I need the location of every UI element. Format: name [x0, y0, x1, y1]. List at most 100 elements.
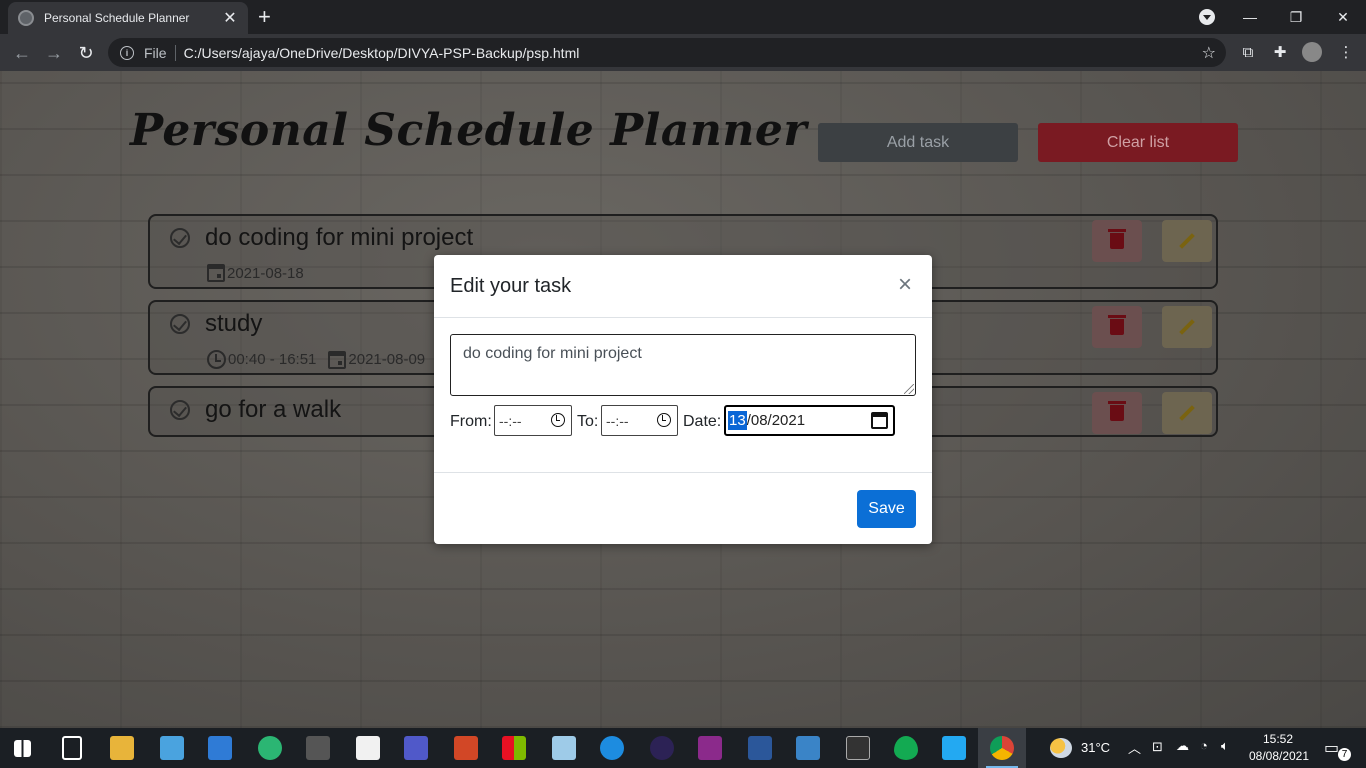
task-meta: 2021-08-18 — [207, 264, 304, 282]
to-time-value: --:-- — [606, 412, 629, 429]
weather-temperature[interactable]: 31°C — [1081, 740, 1110, 755]
terminal-window-icon[interactable] — [306, 736, 330, 760]
modal-header: Edit your task × — [434, 255, 932, 318]
task-date-text: 2021-08-09 — [348, 351, 426, 368]
calendar-icon[interactable] — [871, 412, 888, 429]
delete-task-button[interactable] — [1092, 220, 1142, 262]
photos-icon[interactable] — [552, 736, 576, 760]
clock-icon[interactable] — [657, 413, 671, 427]
edit-task-modal: Edit your task × do coding for mini proj… — [434, 255, 932, 544]
calendar-icon — [207, 264, 225, 282]
back-arrow-icon[interactable]: ← — [9, 40, 35, 66]
from-time-value: --:-- — [499, 412, 522, 429]
check-circle-icon[interactable] — [170, 228, 190, 248]
save-button[interactable]: Save — [857, 490, 916, 528]
edge-icon[interactable] — [600, 736, 624, 760]
minimize-button[interactable]: — — [1227, 0, 1273, 34]
date-label: Date: — [683, 413, 722, 430]
word-icon[interactable] — [748, 736, 772, 760]
page-title: Personal Schedule Planner — [130, 105, 808, 156]
extensions-puzzle-icon[interactable]: ✚ — [1270, 42, 1290, 62]
edit-task-button[interactable] — [1162, 220, 1212, 262]
check-circle-icon[interactable] — [170, 314, 190, 334]
taskbar-time[interactable]: 15:52 — [1256, 732, 1300, 746]
taskbar-date[interactable]: 08/08/2021 — [1246, 749, 1312, 763]
date-day-segment[interactable]: 13 — [728, 411, 747, 430]
clock-icon — [207, 350, 226, 369]
meet-now-icon[interactable]: ⊡ — [1152, 739, 1163, 755]
tab-close-icon[interactable]: ✕ — [222, 8, 238, 28]
edit-task-button[interactable] — [1162, 392, 1212, 434]
modal-close-icon[interactable]: × — [898, 273, 912, 297]
to-time-input[interactable]: --:-- — [601, 405, 678, 436]
check-circle-icon[interactable] — [170, 400, 190, 420]
task-meta: 00:40 - 16:51 2021-08-09 — [207, 350, 425, 369]
chrome-icon[interactable] — [990, 736, 1014, 760]
cmd-icon[interactable] — [846, 736, 870, 760]
clear-list-button[interactable]: Clear list — [1038, 123, 1238, 162]
omnibox-divider — [174, 44, 176, 61]
textarea-resize-handle[interactable] — [904, 384, 914, 394]
to-label: To: — [577, 413, 599, 430]
reload-icon[interactable]: ↻ — [73, 40, 99, 66]
globe-icon — [18, 10, 34, 26]
delete-task-button[interactable] — [1092, 306, 1142, 348]
tab-title: Personal Schedule Planner — [44, 11, 190, 25]
tab-search-icon[interactable] — [1199, 9, 1215, 25]
app-window-icon[interactable] — [208, 736, 232, 760]
profile-avatar[interactable] — [1302, 42, 1322, 62]
address-bar[interactable]: i File C:/Users/ajaya/OneDrive/Desktop/D… — [108, 38, 1226, 67]
url-text[interactable]: C:/Users/ajaya/OneDrive/Desktop/DIVYA-PS… — [184, 45, 580, 61]
teams-icon[interactable] — [404, 736, 428, 760]
eclipse-icon[interactable] — [650, 736, 674, 760]
pencil-icon — [1179, 233, 1195, 249]
add-task-button[interactable]: Add task — [818, 123, 1018, 162]
trash-icon — [1108, 401, 1126, 421]
task-text-input[interactable]: do coding for mini project — [450, 334, 916, 396]
task-time-text: 00:40 - 16:51 — [228, 351, 317, 368]
task-date: 2021-08-09 — [328, 350, 426, 369]
new-tab-button[interactable]: + — [258, 6, 271, 28]
date-input[interactable]: 13 /08/2021 — [724, 405, 895, 436]
forward-arrow-icon[interactable]: → — [41, 40, 67, 66]
mongodb-leaf-icon[interactable] — [894, 736, 918, 760]
document-icon[interactable] — [356, 736, 380, 760]
task-date-text: 2021-08-18 — [227, 264, 304, 282]
vscode-icon[interactable] — [942, 736, 966, 760]
date-rest-segment: /08/2021 — [746, 412, 806, 429]
chevron-up-icon[interactable]: ︿ — [1128, 738, 1141, 757]
trash-icon — [1108, 229, 1126, 249]
from-time-input[interactable]: --:-- — [494, 405, 572, 436]
cast-icon[interactable]: ⧉ — [1238, 42, 1258, 62]
calendar-icon — [328, 350, 347, 369]
onedrive-cloud-icon[interactable]: ☁ — [1176, 738, 1189, 754]
task-name: study — [205, 310, 263, 337]
browser-tab[interactable]: Personal Schedule Planner ✕ — [8, 2, 248, 34]
menu-kebab-icon[interactable]: ⋮ — [1336, 42, 1356, 62]
trash-icon — [1108, 315, 1126, 335]
file-explorer-icon[interactable] — [110, 736, 134, 760]
pencil-icon — [1179, 405, 1195, 421]
task-view-icon[interactable] — [62, 736, 82, 760]
wifi-icon[interactable]: ◔ — [1200, 738, 1208, 753]
clock-icon[interactable] — [551, 413, 565, 427]
atom-icon[interactable] — [258, 736, 282, 760]
from-label: From: — [450, 413, 492, 430]
color-grid-icon[interactable] — [502, 736, 526, 760]
weather-icon[interactable] — [1050, 738, 1072, 758]
this-pc-icon[interactable] — [160, 736, 184, 760]
restore-button[interactable]: ❐ — [1273, 0, 1319, 34]
speaker-icon[interactable]: 🔈︎ — [1221, 738, 1229, 754]
powerpoint-icon[interactable] — [454, 736, 478, 760]
notification-icon[interactable]: ▭ — [1324, 738, 1339, 758]
pencil-icon — [1179, 319, 1195, 335]
windows-start-icon[interactable] — [14, 740, 31, 757]
browser-tab-strip: Personal Schedule Planner ✕ + — ❐ ✕ — [0, 0, 1366, 34]
close-window-button[interactable]: ✕ — [1320, 0, 1366, 34]
virtualbox-icon[interactable] — [796, 736, 820, 760]
info-icon[interactable]: i — [120, 45, 134, 60]
delete-task-button[interactable] — [1092, 392, 1142, 434]
edit-task-button[interactable] — [1162, 306, 1212, 348]
bookmark-star-icon[interactable]: ☆ — [1202, 43, 1216, 63]
winrar-icon[interactable] — [698, 736, 722, 760]
